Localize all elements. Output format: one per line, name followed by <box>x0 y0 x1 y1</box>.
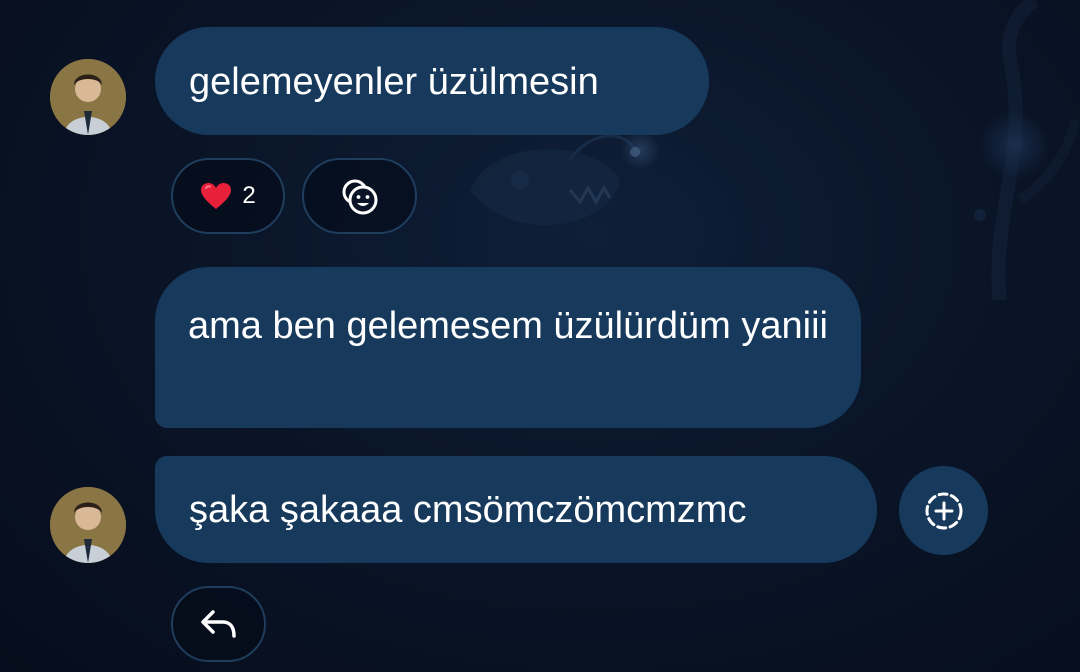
message-text: gelemeyenler üzülmesin <box>189 61 599 103</box>
dashed-plus-circle-icon <box>925 492 962 529</box>
message-bubble[interactable]: ama ben gelemesem üzülürdüm yaniii <box>155 267 861 428</box>
heart-reaction-button[interactable]: 2 <box>171 158 285 234</box>
message-text: şaka şakaaa cmsömczömcmzmc <box>189 489 747 531</box>
smiley-add-icon <box>342 179 377 215</box>
background-anglerfish-illustration <box>470 134 640 225</box>
heart-icon <box>201 183 232 209</box>
add-reaction-button[interactable] <box>302 158 417 234</box>
background-glow <box>620 130 660 170</box>
background-glow <box>980 110 1050 180</box>
message-bubble[interactable]: şaka şakaaa cmsömczömcmzmc <box>155 456 877 563</box>
message-bubble[interactable]: gelemeyenler üzülmesin <box>155 27 709 135</box>
message-action-button[interactable] <box>899 466 988 555</box>
avatar[interactable] <box>50 487 126 563</box>
background-plant-illustration <box>974 0 1080 300</box>
reply-button[interactable] <box>171 586 266 662</box>
reaction-count: 2 <box>242 182 256 209</box>
message-text: ama ben gelemesem üzülürdüm yaniii <box>188 305 828 347</box>
avatar[interactable] <box>50 59 126 135</box>
reply-arrow-icon <box>200 610 236 638</box>
